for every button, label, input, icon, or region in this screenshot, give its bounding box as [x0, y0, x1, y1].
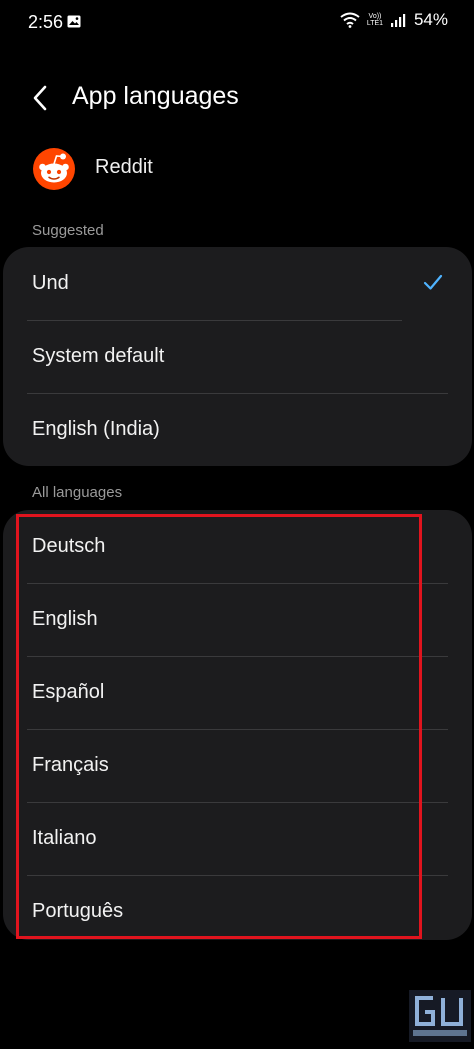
language-label: Italiano	[32, 827, 97, 849]
back-icon	[33, 85, 47, 111]
app-name: Reddit	[95, 156, 153, 178]
language-label: Und	[32, 272, 69, 294]
language-option-portugues[interactable]: Português	[3, 875, 472, 940]
divider	[27, 875, 448, 876]
divider	[27, 729, 448, 730]
page-title: App languages	[72, 82, 239, 110]
language-label: Deutsch	[32, 535, 106, 557]
suggested-language-list: Und System default English (India)	[3, 247, 472, 466]
section-suggested-label: Suggested	[32, 222, 104, 239]
language-option-deutsch[interactable]: Deutsch	[3, 510, 472, 583]
language-option-english[interactable]: English	[3, 583, 472, 656]
language-option-italiano[interactable]: Italiano	[3, 802, 472, 875]
back-button[interactable]	[22, 78, 58, 118]
wifi-icon	[340, 12, 360, 28]
language-label: Français	[32, 754, 109, 776]
language-label: English	[32, 608, 98, 630]
section-all-languages-label: All languages	[32, 484, 123, 501]
divider	[27, 802, 448, 803]
status-time: 2:56	[28, 12, 64, 32]
gallery-icon	[67, 15, 81, 28]
battery-percentage: 54%	[413, 10, 448, 29]
language-option-francais[interactable]: Français	[3, 729, 472, 802]
watermark-logo-icon	[409, 990, 471, 1042]
status-bar: 2:56 Vo)) LTE1 54%	[0, 0, 474, 44]
language-label: System default	[32, 345, 165, 367]
language-label: English (India)	[32, 418, 160, 440]
divider	[27, 393, 448, 394]
app-info-row: Reddit	[0, 140, 474, 196]
language-label: Português	[32, 900, 124, 922]
status-indicators: Vo)) LTE1 54%	[340, 10, 448, 30]
language-option-espanol[interactable]: Español	[3, 656, 472, 729]
signal-icon	[390, 13, 406, 27]
reddit-logo-icon	[33, 148, 75, 190]
all-language-list: Deutsch English Español Français Italian…	[3, 510, 472, 940]
divider	[27, 656, 448, 657]
app-bar: App languages	[0, 70, 474, 126]
language-label: Español	[32, 681, 105, 703]
language-option-english-india[interactable]: English (India)	[3, 393, 472, 466]
check-icon	[423, 274, 443, 290]
volte-indicator: Vo)) LTE1	[366, 13, 384, 27]
language-option-system-default[interactable]: System default	[3, 320, 472, 393]
divider	[27, 583, 448, 584]
divider	[27, 320, 402, 321]
language-option-und[interactable]: Und	[3, 247, 472, 320]
